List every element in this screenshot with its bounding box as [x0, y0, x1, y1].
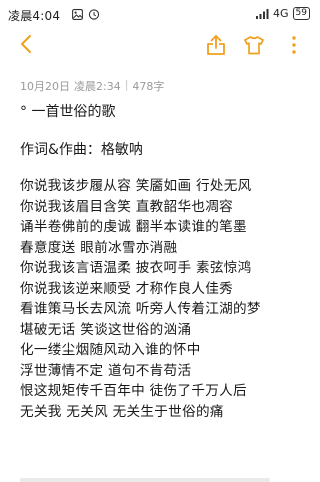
lyric-line[interactable]: 无关我 无关风 无关生于世俗的痛 [20, 402, 310, 423]
chevron-left-icon[interactable] [16, 33, 38, 55]
cutoff-line-fragment [20, 478, 270, 482]
share-icon[interactable] [204, 33, 228, 57]
battery-indicator: 59 [292, 7, 310, 20]
status-right-group: 4G 59 [256, 7, 310, 20]
lyric-line[interactable]: 你说我该言语温柔 披衣呵手 素弦惊鸿 [20, 258, 310, 279]
signal-icon [256, 8, 269, 19]
lyric-line[interactable]: 化一缕尘烟随风动入谁的怀中 [20, 340, 310, 361]
lyric-line[interactable]: 浮世薄情不定 道句不肯苟活 [20, 361, 310, 382]
status-time: 凌晨4:04 [8, 9, 61, 23]
note-title[interactable]: ° 一首世俗的歌 [20, 98, 310, 126]
note-meta: 10月20日 凌晨2:34 | 478字 [20, 78, 164, 94]
lyric-line[interactable]: 你说我该步履从容 笑靥如画 行处无风 [20, 176, 310, 197]
network-type: 4G [273, 7, 289, 20]
cutoff-line [20, 470, 300, 482]
lyrics-block: 你说我该步履从容 笑靥如画 行处无风 你说我该眉目含笑 直教韶华也凋容 诵半卷佛… [20, 176, 310, 422]
more-vertical-icon[interactable] [282, 33, 306, 57]
lyric-line[interactable]: 你说我该眉目含笑 直教韶华也凋容 [20, 197, 310, 218]
note-word-count: 478字 [132, 80, 165, 93]
image-notification-icon [72, 8, 83, 20]
status-notification-icons [72, 8, 100, 20]
note-time: 凌晨2:34 [74, 80, 121, 93]
lyric-line[interactable]: 看谁策马长去风流 听旁人传着江湖的梦 [20, 299, 310, 320]
meta-divider: | [124, 78, 129, 91]
alarm-notification-icon [88, 9, 100, 20]
status-bar: 凌晨4:04 4G 59 [0, 0, 320, 30]
lyric-line[interactable]: 你说我该逆来顺受 才称作良人佳秀 [20, 279, 310, 300]
lyric-line[interactable]: 堪破无话 笑谈这世俗的汹涌 [20, 320, 310, 341]
shirt-icon[interactable] [242, 33, 266, 57]
lyric-line[interactable]: 诵半卷佛前的虔诚 翻半本读谁的笔墨 [20, 217, 310, 238]
lyric-line[interactable]: 恨这规矩传千百年中 徒伤了千万人后 [20, 381, 310, 402]
note-author-line[interactable]: 作词&作曲：格敏呐 [20, 138, 310, 162]
note-date: 10月20日 [20, 80, 70, 93]
note-editor[interactable]: ° 一首世俗的歌 作词&作曲：格敏呐 你说我该步履从容 笑靥如画 行处无风 你说… [20, 98, 310, 422]
toolbar [0, 30, 320, 60]
lyric-line[interactable]: 春意度送 眼前冰雪亦消融 [20, 238, 310, 259]
